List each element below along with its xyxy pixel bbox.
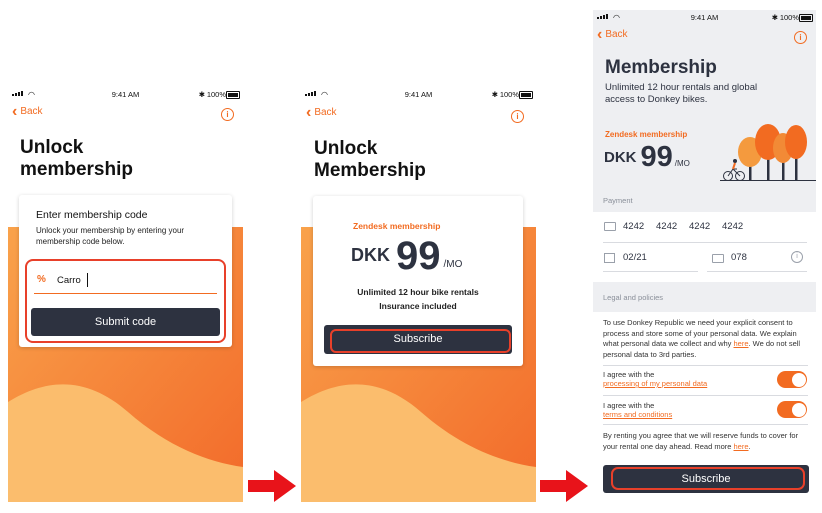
battery-percent: 100% (499, 90, 519, 99)
consent-text: To use Donkey Republic we need your expl… (603, 318, 808, 360)
back-button[interactable]: ‹ Back (306, 103, 337, 121)
cvc-field[interactable]: 078 i (707, 246, 807, 270)
back-button[interactable]: ‹ Back (597, 25, 628, 43)
status-bar: ◠ 9:41 AM ✱ 100% (593, 10, 816, 26)
price-currency: DKK (604, 149, 637, 166)
legal-label: Legal and policies (603, 293, 664, 302)
flow-arrow-icon (540, 470, 588, 502)
card-number-field[interactable]: 4242 4242 4242 4242 (593, 214, 816, 240)
expiry-underline (603, 271, 698, 272)
terms-toggle[interactable] (777, 401, 807, 418)
battery-percent: 100% (779, 13, 799, 22)
processing-data-link[interactable]: processing of my personal data (603, 379, 707, 388)
bluetooth-icon: ✱ (198, 90, 205, 99)
page-subtitle: Unlimited 12 hour rentals and global acc… (605, 82, 758, 105)
divider (603, 242, 807, 243)
cvc-info-icon[interactable]: i (791, 251, 803, 263)
bluetooth-icon: ✱ (491, 90, 498, 99)
info-icon[interactable]: i (794, 31, 807, 44)
price-row: DKK 99 /MO (604, 138, 690, 172)
title-line-1: Unlock (20, 137, 84, 158)
title-line-2: membership (20, 159, 133, 180)
price-amount: 99 (640, 141, 673, 173)
info-icon[interactable]: i (221, 108, 234, 121)
back-label: Back (20, 106, 43, 117)
plan-name: Zendesk membership (353, 221, 441, 231)
back-label: Back (314, 107, 337, 118)
cvc-value: 078 (731, 252, 747, 263)
card-number-part: 4242 (623, 221, 645, 232)
page-title: Membership (605, 57, 717, 78)
highlight-ring (330, 329, 511, 353)
divider (603, 424, 808, 425)
card-description: Unlock your membership by entering your … (36, 226, 185, 246)
screen-enter-code: ◠ 9:41 AM ✱ 100% ‹ Back i Unlock members… (8, 87, 243, 502)
agree-processing-prefix: I agree with the (603, 370, 655, 379)
title-line-2: Membership (314, 160, 426, 181)
processing-data-toggle[interactable] (777, 371, 807, 388)
card-number-part: 4242 (722, 221, 744, 232)
page-title: Unlock membership (20, 137, 133, 181)
card-number-part: 4242 (656, 221, 678, 232)
reserve-tail: . (748, 441, 751, 451)
chevron-left-icon: ‹ (306, 103, 312, 121)
status-bar: ◠ 9:41 AM ✱ 100% (301, 87, 536, 103)
feature-insurance: Insurance included (379, 301, 457, 311)
flow-arrow-icon (248, 470, 296, 502)
battery-icon (799, 14, 813, 22)
expiry-field[interactable]: 02/21 (593, 246, 698, 270)
calendar-icon (604, 253, 615, 263)
credit-card-icon (604, 222, 616, 231)
agree-processing-text: I agree with the processing of my person… (603, 370, 763, 388)
divider (603, 395, 808, 396)
screen-subscribe-offer: ◠ 9:41 AM ✱ 100% ‹ Back i Unlock Members… (301, 87, 536, 502)
expiry-value: 02/21 (623, 252, 647, 263)
agree-terms-prefix: I agree with the (603, 401, 655, 410)
credit-card-back-icon (712, 254, 724, 263)
highlight-ring (25, 259, 226, 343)
reserve-funds-text: By renting you agree that we will reserv… (603, 431, 813, 452)
terms-conditions-link[interactable]: terms and conditions (603, 410, 672, 419)
cvc-underline (707, 271, 807, 272)
consent-here-link[interactable]: here (734, 339, 749, 348)
screen-membership-checkout: ◠ 9:41 AM ✱ 100% ‹ Back i Membership Unl… (593, 10, 816, 502)
reserve-here-link[interactable]: here (734, 442, 749, 451)
back-label: Back (605, 29, 628, 40)
reserve-body: By renting you agree that we will reserv… (603, 431, 799, 451)
bluetooth-icon: ✱ (771, 13, 778, 22)
feature-rentals: Unlimited 12 hour bike rentals (357, 287, 479, 297)
price-period: /MO (443, 259, 463, 270)
trees-cyclist-illustration (720, 124, 816, 181)
divider (603, 365, 808, 366)
payment-label: Payment (603, 196, 633, 205)
price-amount: 99 (396, 234, 441, 278)
card-heading: Enter membership code (36, 209, 148, 221)
info-icon[interactable]: i (511, 110, 524, 123)
price-period: /MO (674, 159, 690, 168)
chevron-left-icon: ‹ (597, 25, 603, 43)
back-button[interactable]: ‹ Back (12, 102, 43, 120)
battery-icon (226, 91, 240, 99)
page-title: Unlock Membership (314, 138, 426, 182)
highlight-ring (611, 467, 805, 490)
battery-percent: 100% (206, 90, 226, 99)
chevron-left-icon: ‹ (12, 102, 18, 120)
status-bar: ◠ 9:41 AM ✱ 100% (8, 87, 243, 103)
price-currency: DKK (351, 245, 390, 265)
price-row: DKK 99 /MO (351, 232, 462, 276)
card-number-part: 4242 (689, 221, 711, 232)
title-line-1: Unlock (314, 138, 378, 159)
agree-terms-text: I agree with the terms and conditions (603, 401, 763, 419)
battery-icon (519, 91, 533, 99)
